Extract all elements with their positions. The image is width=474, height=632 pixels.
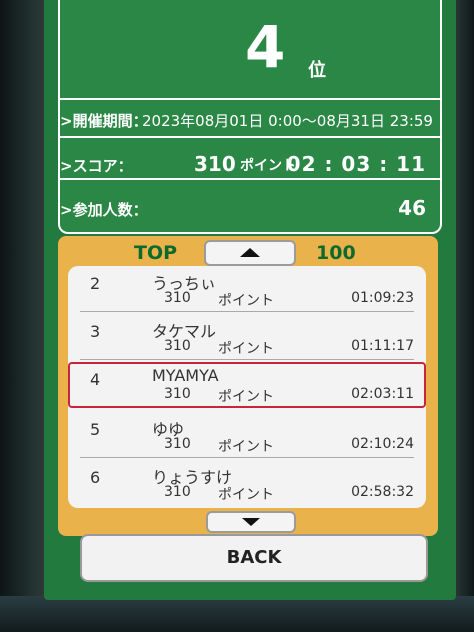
entry-points: 310 xyxy=(164,386,191,402)
participants-value: 46 xyxy=(398,196,426,220)
list-item[interactable]: 5 ゆゆ 310 ポイント 02:10:24 xyxy=(68,412,426,458)
entry-rank: 3 xyxy=(90,322,101,341)
entry-rank: 5 xyxy=(90,420,101,439)
row-separator xyxy=(80,359,414,360)
divider xyxy=(60,98,440,100)
entry-points-unit: ポイント xyxy=(218,439,274,455)
rank-number: 4 xyxy=(245,13,286,81)
entry-rank: 2 xyxy=(90,274,101,293)
list-item[interactable]: 3 タケマル 310 ポイント 01:11:17 xyxy=(68,314,426,360)
score-time: 02 : 03 : 11 xyxy=(286,152,426,176)
entry-points-unit: ポイント xyxy=(218,341,274,357)
scroll-down-button[interactable] xyxy=(206,511,296,533)
entry-time: 02:58:32 xyxy=(351,484,414,500)
rank-suffix: 位 xyxy=(308,60,326,81)
entry-time: 01:11:17 xyxy=(351,338,414,354)
top-label: TOP xyxy=(134,242,178,264)
ranking-panel: TOP 100 2 うっちぃ 310 ポイント 01:09:23 3 タケマル … xyxy=(58,236,438,536)
result-summary-box: 4 位 >開催期間： 2023年08月01日 0:00～08月31日 23:59… xyxy=(58,0,442,234)
ranking-list: 2 うっちぃ 310 ポイント 01:09:23 3 タケマル 310 ポイント… xyxy=(68,266,426,508)
period-label: >開催期間： xyxy=(60,112,148,130)
entry-points: 310 xyxy=(164,338,191,354)
list-item[interactable]: 2 うっちぃ 310 ポイント 01:09:23 xyxy=(68,266,426,312)
entry-points-unit: ポイント xyxy=(218,293,274,309)
participants-label: >参加人数： xyxy=(60,201,148,219)
score-value: 310 xyxy=(194,152,236,176)
entry-time: 01:09:23 xyxy=(351,290,414,306)
list-item-current-player[interactable]: 4 MYAMYA 310 ポイント 02:03:11 xyxy=(68,362,426,408)
period-value: 2023年08月01日 0:00～08月31日 23:59 xyxy=(142,112,433,130)
row-separator xyxy=(80,311,414,312)
triangle-up-icon xyxy=(240,248,260,257)
triangle-down-icon xyxy=(242,518,260,526)
entry-name: MYAMYA xyxy=(152,366,219,385)
entry-time: 02:10:24 xyxy=(351,436,414,452)
row-separator xyxy=(80,457,414,458)
entry-points-unit: ポイント xyxy=(218,487,274,503)
entry-points: 310 xyxy=(164,436,191,452)
entry-points-unit: ポイント xyxy=(218,389,274,405)
back-button[interactable]: BACK xyxy=(80,534,428,582)
divider xyxy=(60,136,440,138)
list-item[interactable]: 6 りょうすけ 310 ポイント 02:58:32 xyxy=(68,460,426,506)
device-bezel-bottom xyxy=(0,596,474,632)
device-bezel-right xyxy=(454,0,474,632)
device-bezel-left xyxy=(0,0,44,632)
entry-points: 310 xyxy=(164,484,191,500)
entry-rank: 6 xyxy=(90,468,101,487)
entry-rank: 4 xyxy=(90,370,101,389)
ranking-screen: 4 位 >開催期間： 2023年08月01日 0:00～08月31日 23:59… xyxy=(44,0,456,600)
divider xyxy=(60,178,440,180)
top-count: 100 xyxy=(316,242,356,264)
scroll-up-button[interactable] xyxy=(204,240,296,266)
score-label: >スコア： xyxy=(60,157,133,175)
entry-time: 02:03:11 xyxy=(351,386,414,402)
entry-points: 310 xyxy=(164,290,191,306)
